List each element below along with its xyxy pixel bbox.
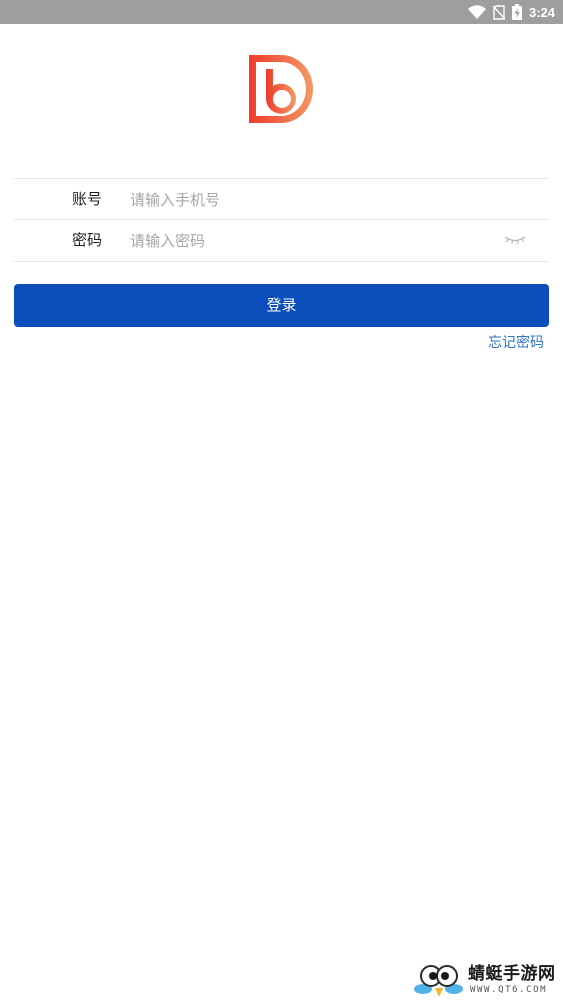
watermark: 蜻蜓手游网 WWW.QT6.COM xyxy=(414,962,560,998)
account-row: 账号 xyxy=(14,178,549,220)
eye-closed-icon[interactable] xyxy=(503,232,527,248)
battery-charging-icon xyxy=(511,4,522,20)
login-button[interactable]: 登录 xyxy=(14,284,549,327)
password-input[interactable] xyxy=(130,220,490,261)
dragonfly-mascot-icon xyxy=(414,965,463,997)
account-label: 账号 xyxy=(71,190,102,208)
status-bar: 3:24 xyxy=(0,0,563,24)
app-logo xyxy=(249,55,313,123)
wifi-icon xyxy=(467,5,486,19)
no-sim-icon xyxy=(492,4,505,20)
status-icons: 3:24 xyxy=(467,0,555,24)
forgot-password-link[interactable]: 忘记密码 xyxy=(488,333,544,353)
watermark-title: 蜻蜓手游网 xyxy=(468,964,556,984)
clock-time: 3:24 xyxy=(528,4,555,20)
watermark-url: WWW.QT6.COM xyxy=(470,985,548,995)
password-label: 密码 xyxy=(71,231,102,249)
account-input[interactable] xyxy=(130,179,490,220)
password-row: 密码 xyxy=(14,219,549,262)
